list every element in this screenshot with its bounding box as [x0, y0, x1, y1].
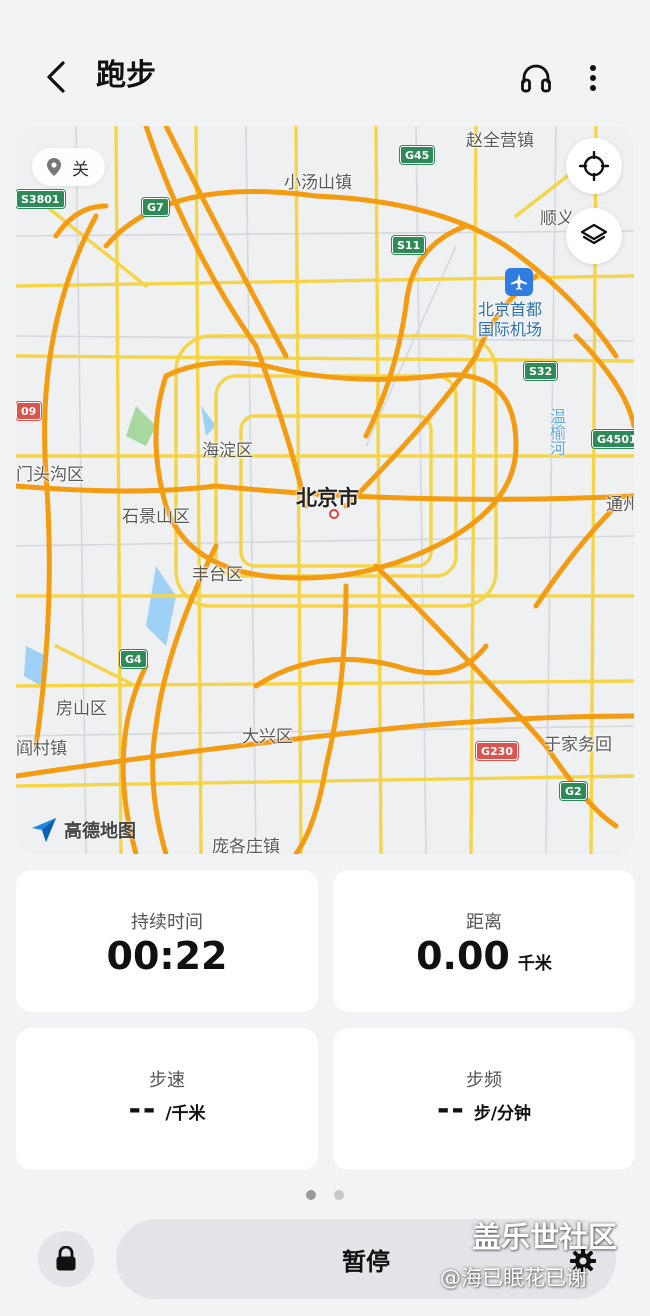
map-label-town: 庞各庄镇: [212, 837, 280, 854]
page-indicator[interactable]: [306, 1190, 344, 1200]
map-label-river: 温榆河: [547, 408, 566, 456]
distance-card: 距离 0.00 千米: [333, 870, 635, 1012]
cadence-value-row: -- 步/分钟: [333, 1092, 635, 1127]
recenter-button[interactable]: [566, 138, 622, 194]
distance-value-row: 0.00 千米: [333, 934, 635, 978]
cadence-unit: 步/分钟: [473, 1104, 532, 1124]
airport-name-line: 国际机场: [478, 320, 543, 339]
map-label-city: 北京市: [296, 486, 359, 510]
page-dot-active[interactable]: [306, 1190, 316, 1200]
map-label-airport: 北京首都 国际机场: [478, 300, 542, 340]
road-shield: G4501: [592, 430, 634, 448]
location-pin-icon: [47, 158, 61, 176]
watermark-author: @海已眠花已谢: [440, 1266, 587, 1290]
distance-unit: 千米: [517, 954, 552, 974]
layers-icon: [580, 223, 608, 245]
duration-value: 00:22: [106, 934, 228, 978]
airport-marker: [505, 268, 533, 296]
page-title: 跑步: [96, 58, 156, 93]
duration-card: 持续时间 00:22: [16, 870, 318, 1012]
back-button[interactable]: [36, 55, 76, 99]
pace-unit: /千米: [165, 1104, 206, 1124]
map-label-town: 于家务回: [544, 735, 612, 755]
map-label-town: 赵全营镇: [466, 131, 534, 151]
map-label-district: 石景山区: [122, 507, 190, 527]
map-label-district: 门头沟区: [16, 465, 84, 485]
pace-value: --: [128, 1092, 158, 1127]
map-label-district: 海淀区: [202, 441, 253, 461]
duration-label: 持续时间: [131, 912, 203, 933]
top-bar: 跑步: [0, 0, 650, 125]
amap-logo-text: 高德地图: [64, 821, 136, 842]
cadence-value: --: [436, 1092, 466, 1127]
road-shield: G230: [476, 742, 518, 760]
pace-value-row: -- /千米: [16, 1092, 318, 1127]
more-options-button[interactable]: [576, 56, 610, 100]
cadence-card: 步频 -- 步/分钟: [333, 1028, 635, 1170]
airplane-icon: [511, 274, 527, 290]
map-label-district: 大兴区: [242, 727, 293, 747]
page-dot[interactable]: [334, 1190, 344, 1200]
map-label-town: 通州: [606, 495, 634, 515]
cadence-label: 步频: [466, 1070, 502, 1091]
road-shield: G4: [120, 650, 147, 668]
road-shield: S11: [392, 236, 426, 254]
pace-label: 步速: [149, 1070, 185, 1091]
road-shield: S32: [524, 362, 558, 380]
road-shield: S3801: [16, 190, 65, 208]
headphones-icon: [521, 64, 551, 93]
map-label-town: 阎村镇: [16, 739, 67, 759]
route-map[interactable]: 北京市 海淀区 石景山区 丰台区 大兴区 房山区 门头沟区 小汤山镇 赵全营镇 …: [16, 126, 634, 854]
airport-name-line: 北京首都: [478, 300, 543, 319]
lock-screen-button[interactable]: [38, 1231, 94, 1287]
map-label-district: 房山区: [56, 699, 107, 719]
crosshair-icon: [579, 151, 609, 181]
road-shield: 09: [16, 402, 42, 420]
amap-logo: 高德地图: [30, 816, 136, 844]
road-shield: G2: [560, 782, 587, 800]
location-toggle-label: 关: [72, 159, 89, 180]
distance-label: 距离: [466, 912, 502, 933]
location-visibility-toggle[interactable]: 关: [32, 148, 105, 186]
map-label-district: 丰台区: [192, 565, 243, 585]
amap-arrow-icon: [32, 818, 56, 842]
chevron-left-icon: [47, 61, 65, 93]
duration-value-row: 00:22: [16, 934, 318, 978]
audio-settings-button[interactable]: [514, 56, 558, 100]
watermark-title: 盖乐世社区: [472, 1220, 618, 1254]
map-layers-button[interactable]: [566, 208, 622, 264]
map-label-town: 小汤山镇: [284, 173, 352, 193]
road-shield: G45: [400, 146, 435, 164]
lock-icon: [56, 1246, 76, 1271]
pace-card: 步速 -- /千米: [16, 1028, 318, 1170]
distance-value: 0.00: [416, 934, 510, 978]
more-vertical-icon: [590, 65, 596, 91]
road-shield: G7: [142, 198, 169, 216]
